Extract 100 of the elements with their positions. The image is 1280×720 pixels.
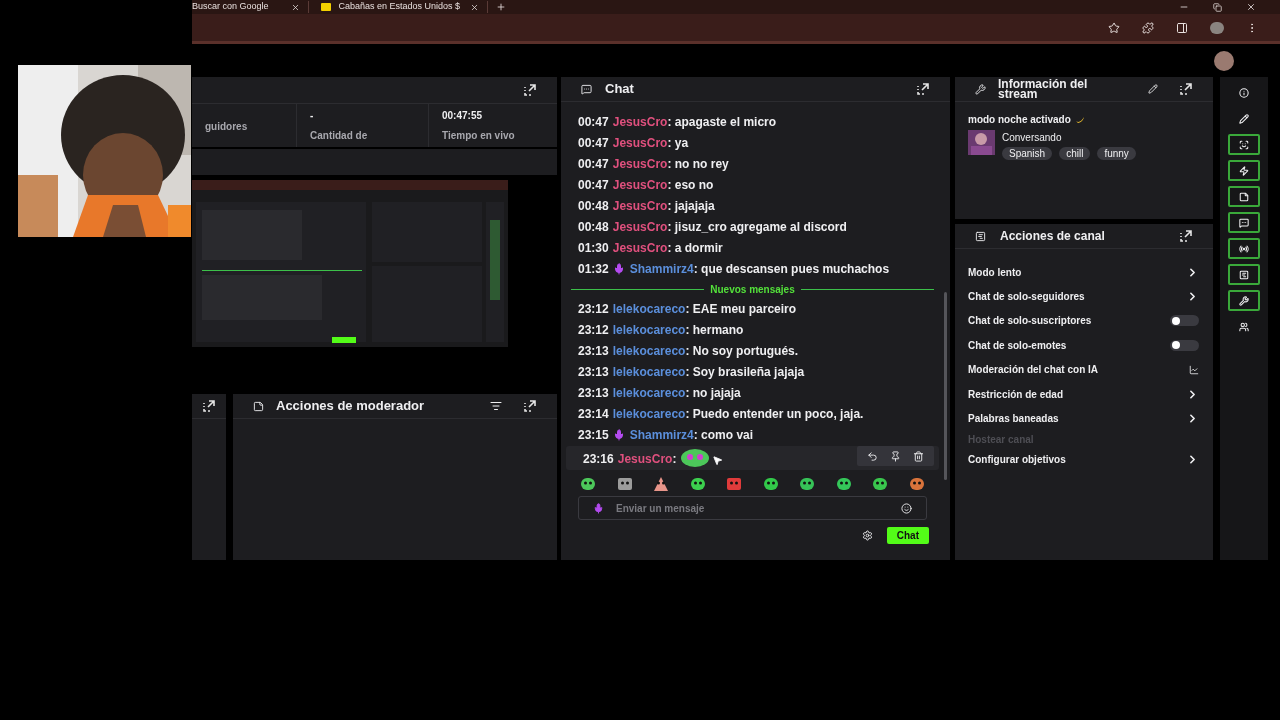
tool-button[interactable] (1228, 290, 1260, 311)
send-button[interactable]: Chat (886, 527, 929, 544)
close-icon[interactable] (1246, 2, 1256, 12)
emote-icon[interactable] (652, 476, 671, 492)
tag[interactable]: chill (1059, 147, 1091, 160)
chat-message-row[interactable]: 01:32 Shammirz4: que descansen pues muchachos (561, 259, 944, 280)
close-icon[interactable] (290, 2, 300, 12)
pin-icon[interactable] (890, 450, 901, 462)
chat-message-row[interactable]: 23:13 lelekocareco: no jajaja (561, 383, 944, 404)
chat-message-row[interactable]: 23:14 lelekocareco: Puedo entender un poco, jaja. (561, 404, 944, 425)
reply-icon[interactable] (867, 450, 878, 462)
chat-message-row[interactable]: 00:48 JesusCro: jajajaja (561, 196, 944, 217)
username[interactable]: JesusCro (612, 136, 668, 150)
channel-action-item[interactable]: Chat de solo-suscriptores (955, 308, 1213, 334)
popout-icon[interactable] (1180, 230, 1193, 242)
username[interactable]: lelekocareco (612, 386, 686, 400)
username[interactable]: JesusCro (612, 157, 668, 171)
toggle-switch[interactable] (1170, 315, 1199, 327)
tag[interactable]: Spanish (1002, 147, 1053, 160)
username[interactable]: Shammirz4 (629, 428, 694, 442)
chat-message-row[interactable]: 23:12 lelekocareco: EAE meu parceiro (561, 299, 944, 320)
channel-action-item[interactable]: Moderación del chat con IA (955, 357, 1213, 382)
delete-icon[interactable] (913, 450, 924, 462)
chat-message-row[interactable]: 00:47 JesusCro: no no rey (561, 154, 944, 175)
message-input[interactable]: Enviar un mensaje (578, 496, 927, 520)
emoji-icon[interactable] (901, 502, 912, 514)
restore-icon[interactable] (1213, 2, 1222, 12)
username[interactable]: JesusCro (612, 220, 668, 234)
channel-action-item[interactable]: Modo lento (955, 260, 1213, 285)
message-text: : (672, 452, 677, 466)
chat-message-row[interactable]: 23:16 JesusCro: (566, 446, 939, 470)
popout-icon[interactable] (917, 83, 930, 95)
emote-icon[interactable] (798, 476, 817, 492)
chat-message-row[interactable]: 23:12 lelekocareco: hermano (561, 320, 944, 341)
tab-favicon-icon (320, 3, 331, 11)
category-name[interactable]: Conversando (1002, 130, 1136, 145)
username[interactable]: JesusCro (617, 452, 673, 466)
browser-tab[interactable]: Cabañas en Estados Unidos $ (338, 0, 461, 14)
emote-icon[interactable] (725, 476, 744, 492)
chat-message-row[interactable]: 00:47 JesusCro: eso no (561, 175, 944, 196)
channel-action-item[interactable]: Configurar objetivos (955, 447, 1213, 473)
popout-icon[interactable] (524, 84, 537, 96)
tool-button[interactable] (1228, 160, 1260, 181)
tool-button[interactable] (1228, 212, 1260, 233)
tool-button[interactable] (1228, 186, 1260, 207)
extension-icon[interactable] (1142, 21, 1154, 34)
username[interactable]: lelekocareco (612, 365, 686, 379)
channel-action-item[interactable]: Chat de solo-emotes (955, 333, 1213, 358)
channel-action-item[interactable]: Palabras baneadas (955, 406, 1213, 431)
emote-icon[interactable] (834, 476, 853, 492)
chat-message-row[interactable]: 23:13 lelekocareco: Soy brasileña jajaja (561, 362, 944, 383)
username[interactable]: JesusCro (612, 199, 668, 213)
broadcast-icon (1239, 243, 1249, 254)
channel-action-item[interactable]: Chat de solo-seguidores (955, 284, 1213, 309)
tool-button[interactable] (1228, 264, 1260, 285)
chat-message-row[interactable]: 23:15 Shammirz4: como vai (561, 425, 944, 446)
popout-icon[interactable] (1180, 83, 1193, 95)
close-icon[interactable] (470, 2, 480, 12)
channel-action-item[interactable]: Restricción de edad (955, 381, 1213, 407)
input-field[interactable]: Enviar un mensaje (616, 500, 889, 516)
username[interactable]: lelekocareco (612, 344, 686, 358)
emote-icon[interactable] (761, 476, 780, 492)
emote-icon[interactable] (907, 476, 926, 492)
chart-icon (1189, 364, 1199, 375)
username[interactable]: Shammirz4 (629, 262, 694, 276)
filter-icon[interactable] (490, 400, 502, 412)
sidebar-icon[interactable] (1176, 21, 1188, 34)
message-text: : ya (667, 136, 689, 150)
chat-message-row[interactable]: 00:47 JesusCro: ya (561, 133, 944, 154)
chat-message-row[interactable]: 01:30 JesusCro: a dormir (561, 238, 944, 259)
emote-icon[interactable] (615, 476, 634, 492)
username[interactable]: lelekocareco (612, 323, 686, 337)
star-icon[interactable] (1108, 21, 1120, 34)
message-time: 23:16 (583, 452, 614, 466)
tool-button[interactable] (1228, 238, 1260, 259)
username[interactable]: JesusCro (612, 115, 668, 129)
browser-tab[interactable]: Buscar con Google (192, 0, 269, 14)
chat-message-row[interactable]: 00:48 JesusCro: jisuz_cro agregame al discord (561, 217, 944, 238)
tool-button[interactable] (1228, 134, 1260, 155)
edit-icon[interactable] (1148, 84, 1158, 94)
popout-icon[interactable] (524, 400, 537, 412)
stat-value: 00:47:55 (442, 109, 484, 123)
scrollbar[interactable] (944, 292, 947, 480)
new-tab-icon[interactable] (496, 2, 507, 12)
profile-icon[interactable] (1210, 21, 1224, 34)
popout-icon[interactable] (202, 400, 216, 412)
message-time: 01:30 (578, 241, 609, 255)
toggle-switch[interactable] (1170, 339, 1199, 351)
emote-icon[interactable] (579, 476, 597, 492)
username[interactable]: lelekocareco (612, 302, 686, 316)
username[interactable]: JesusCro (612, 178, 668, 192)
settings-icon[interactable] (861, 530, 873, 541)
tag[interactable]: funny (1097, 147, 1136, 160)
emote-icon[interactable] (871, 476, 890, 492)
emote-icon[interactable] (688, 476, 707, 492)
username[interactable]: lelekocareco (612, 407, 686, 421)
chat-message-row[interactable]: 00:47 JesusCro: apagaste el micro (561, 112, 944, 133)
username[interactable]: JesusCro (612, 241, 668, 255)
chat-message-row[interactable]: 23:13 lelekocareco: No soy portugués. (561, 341, 944, 362)
avatar-icon[interactable] (1214, 50, 1234, 71)
